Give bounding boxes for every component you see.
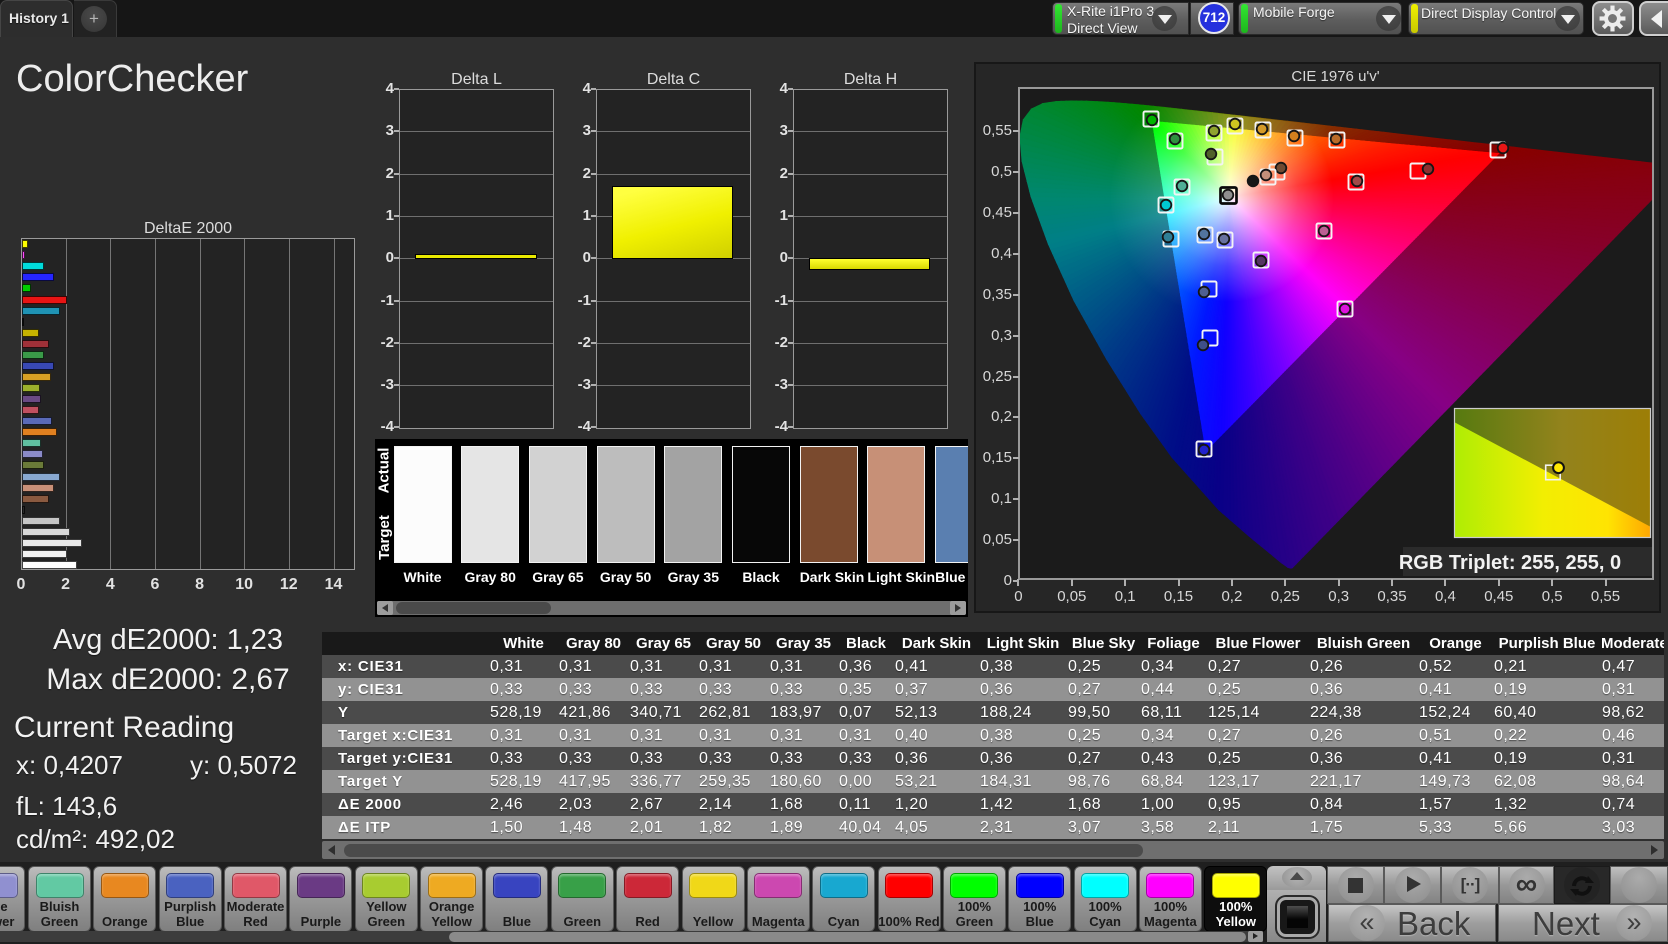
svg-text:RGB Triplet: 255, 255, 0: RGB Triplet: 255, 255, 0 <box>1399 552 1621 574</box>
